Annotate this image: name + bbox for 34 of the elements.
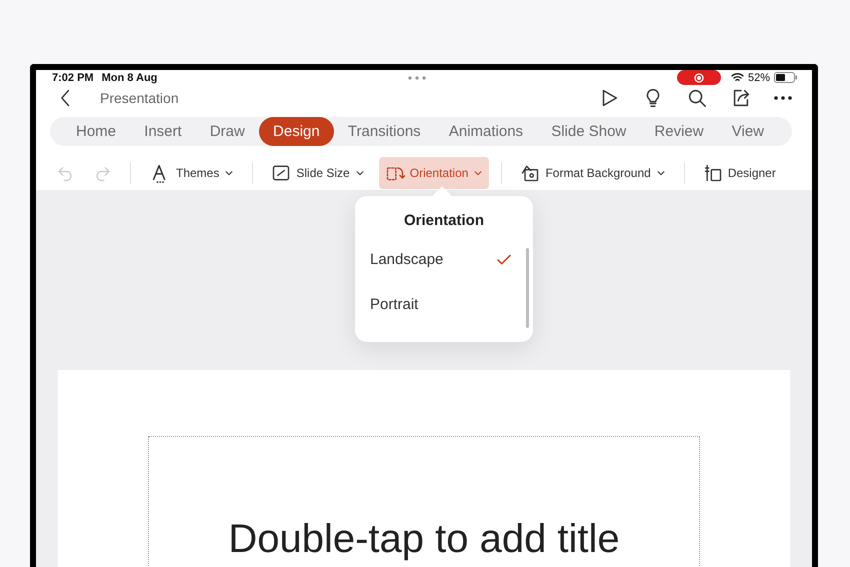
orientation-option[interactable]: Landscape	[355, 237, 533, 282]
ribbon-tab[interactable]: Home	[62, 117, 130, 146]
toolbar-button[interactable]: Orientation	[378, 157, 490, 189]
resize-icon	[271, 163, 292, 183]
recording-indicator	[676, 70, 721, 85]
status-time: 7:02 PM	[52, 72, 94, 84]
ribbon-tab[interactable]: Insert	[130, 117, 196, 146]
more-icon	[774, 96, 792, 100]
battery-icon	[774, 72, 798, 83]
toolbar-button[interactable]: Themes	[143, 156, 240, 190]
status-date: Mon 8 Aug	[102, 72, 158, 84]
background-icon	[520, 163, 540, 183]
battery-percent: 52%	[748, 72, 770, 84]
toolbar-button[interactable]: Format Background	[514, 157, 672, 189]
ribbon-tab[interactable]: Animations	[434, 117, 538, 146]
designer-icon	[702, 163, 723, 183]
toolbar-button[interactable]: Designer	[696, 157, 782, 189]
document-title: Presentation	[100, 90, 180, 106]
slide-title-placeholder-text: Double-tap to add title	[228, 519, 620, 563]
toolbar-button[interactable]: Slide Size	[265, 157, 371, 189]
wifi-icon	[730, 71, 744, 84]
search-icon	[686, 87, 708, 109]
ribbon-tab[interactable]: View	[718, 117, 778, 146]
ribbon-tab[interactable]: Review	[640, 117, 718, 146]
orientation-option[interactable]: Portrait	[355, 282, 533, 327]
ribbon-tab[interactable]: Transitions	[334, 117, 435, 146]
redo-icon	[94, 164, 112, 182]
ribbon-tab[interactable]: Design	[259, 117, 334, 146]
more-dots-icon	[408, 76, 426, 80]
ribbon-tab[interactable]: Draw	[196, 117, 259, 146]
title-placeholder[interactable]: Double-tap to add title	[148, 436, 700, 567]
popover-title: Orientation	[402, 212, 485, 229]
undo-icon	[56, 164, 74, 182]
ribbon-tab[interactable]: Slide Show	[537, 117, 640, 146]
